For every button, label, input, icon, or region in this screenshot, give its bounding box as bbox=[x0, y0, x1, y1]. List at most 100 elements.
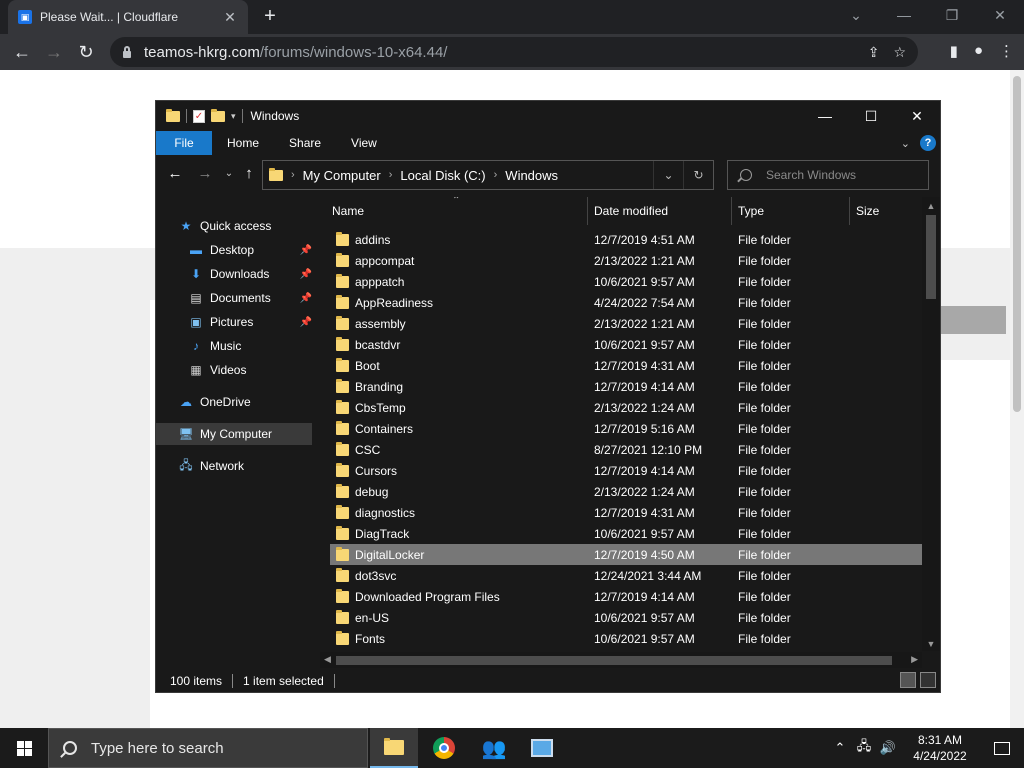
scroll-up-icon[interactable]: ▲ bbox=[922, 201, 940, 211]
scroll-left-icon[interactable]: ◀ bbox=[324, 654, 331, 665]
vertical-scrollbar[interactable]: ▲ ▼ bbox=[922, 197, 940, 651]
ribbon-file-button[interactable]: File bbox=[156, 131, 212, 155]
table-row[interactable]: DigitalLocker 12/7/2019 4:50 AM File folde… bbox=[330, 544, 922, 565]
nav-item-onedrive[interactable]: ☁ OneDrive bbox=[156, 391, 312, 413]
nav-item-downloads[interactable]: ⬇ Downloads 📌 bbox=[156, 263, 312, 285]
show-hidden-icons-icon[interactable]: ⌃ bbox=[828, 740, 852, 756]
share-icon[interactable]: ⇪ bbox=[868, 44, 880, 61]
back-arrow-icon[interactable]: ← bbox=[10, 40, 34, 64]
table-row[interactable]: apppatch 10/6/2021 9:57 AM File folder bbox=[330, 271, 922, 292]
breadcrumb-local-disk[interactable]: Local Disk (C:) bbox=[400, 168, 485, 183]
volume-icon[interactable]: 🔊 bbox=[876, 740, 900, 756]
table-row[interactable]: debug 2/13/2022 1:24 AM File folder bbox=[330, 481, 922, 502]
new-folder-icon[interactable] bbox=[211, 108, 225, 122]
horizontal-scrollbar[interactable]: ◀ ▶ bbox=[320, 652, 922, 668]
details-view-icon[interactable] bbox=[900, 672, 916, 688]
table-row[interactable]: bcastdvr 10/6/2021 9:57 AM File folder bbox=[330, 334, 922, 355]
table-row[interactable]: DiagTrack 10/6/2021 9:57 AM File folder bbox=[330, 523, 922, 544]
table-row[interactable]: Cursors 12/7/2019 4:14 AM File folder bbox=[330, 460, 922, 481]
notification-center-button[interactable] bbox=[980, 741, 1024, 755]
new-tab-button[interactable]: + bbox=[258, 5, 282, 29]
menu-icon[interactable]: ⋮ bbox=[999, 42, 1014, 60]
close-icon[interactable]: ✕ bbox=[894, 101, 940, 131]
minimize-icon[interactable]: — bbox=[802, 101, 848, 131]
forward-arrow-icon[interactable]: → bbox=[42, 40, 66, 64]
start-button[interactable] bbox=[0, 728, 48, 768]
profile-icon[interactable]: ● bbox=[974, 42, 983, 60]
reload-icon[interactable]: ↻ bbox=[74, 40, 98, 64]
nav-item-pictures[interactable]: ▣ Pictures 📌 bbox=[156, 311, 312, 333]
taskbar-search-box[interactable]: Type here to search bbox=[48, 728, 368, 768]
table-row[interactable]: addins 12/7/2019 4:51 AM File folder bbox=[330, 229, 922, 250]
table-row[interactable]: appcompat 2/13/2022 1:21 AM File folder bbox=[330, 250, 922, 271]
taskbar-users-app[interactable]: 👥 bbox=[470, 728, 518, 768]
address-bar[interactable]: teamos-hkrg.com /forums/windows-10-x64.4… bbox=[110, 37, 918, 67]
expand-ribbon-icon[interactable]: ⌄ bbox=[901, 137, 910, 150]
search-input[interactable]: Search Windows bbox=[727, 160, 929, 190]
tab-search-icon[interactable]: ⌄ bbox=[832, 0, 880, 30]
nav-item-my-computer[interactable]: 🖥 My Computer bbox=[156, 423, 312, 445]
properties-icon[interactable]: ✓ bbox=[193, 109, 205, 123]
table-row[interactable]: Branding 12/7/2019 4:14 AM File folder bbox=[330, 376, 922, 397]
table-row[interactable]: CbsTemp 2/13/2022 1:24 AM File folder bbox=[330, 397, 922, 418]
table-row[interactable]: en-US 10/6/2021 9:57 AM File folder bbox=[330, 607, 922, 628]
scrollbar-thumb[interactable] bbox=[336, 656, 892, 665]
table-row[interactable]: Downloaded Program Files 12/7/2019 4:14 A… bbox=[330, 586, 922, 607]
column-header-size[interactable]: Size bbox=[850, 197, 926, 225]
help-icon[interactable]: ? bbox=[920, 135, 936, 151]
nav-item-desktop[interactable]: ▬ Desktop 📌 bbox=[156, 239, 312, 261]
ribbon-tab-view[interactable]: View bbox=[336, 136, 392, 150]
scroll-down-icon[interactable]: ▼ bbox=[922, 639, 940, 649]
taskbar-file-explorer[interactable] bbox=[370, 728, 418, 768]
forward-arrow-icon[interactable]: → bbox=[194, 165, 216, 182]
customize-toolbar-icon[interactable]: ▾ bbox=[231, 111, 236, 122]
maximize-icon[interactable]: ☐ bbox=[848, 101, 894, 131]
taskbar-control-panel[interactable] bbox=[518, 728, 566, 768]
table-row[interactable]: diagnostics 12/7/2019 4:31 AM File folder bbox=[330, 502, 922, 523]
large-icons-view-icon[interactable] bbox=[920, 672, 936, 688]
pin-icon[interactable]: 📌 bbox=[300, 269, 312, 280]
address-dropdown-icon[interactable]: ⌄ bbox=[653, 161, 683, 189]
nav-item-documents[interactable]: ▤ Documents 📌 bbox=[156, 287, 312, 309]
browser-tab[interactable]: ▣ Please Wait... | Cloudflare ✕ bbox=[8, 0, 248, 34]
explorer-titlebar[interactable]: ✓ ▾ Windows — ☐ ✕ bbox=[156, 101, 940, 131]
recent-locations-icon[interactable]: ⌄ bbox=[218, 168, 240, 179]
nav-item-quick-access[interactable]: ★ Quick access bbox=[156, 215, 312, 237]
explorer-address-bar[interactable]: › My Computer › Local Disk (C:) › Window… bbox=[262, 160, 714, 190]
ribbon-tab-home[interactable]: Home bbox=[212, 136, 274, 150]
table-row[interactable]: CSC 8/27/2021 12:10 PM File folder bbox=[330, 439, 922, 460]
up-arrow-icon[interactable]: ↑ bbox=[238, 165, 260, 182]
table-row[interactable]: AppReadiness 4/24/2022 7:54 AM File folder bbox=[330, 292, 922, 313]
page-scrollbar[interactable] bbox=[1010, 70, 1024, 728]
table-row[interactable]: Fonts 10/6/2021 9:57 AM File folder bbox=[330, 628, 922, 649]
scroll-right-icon[interactable]: ▶ bbox=[911, 654, 918, 665]
column-header-date-modified[interactable]: Date modified bbox=[588, 197, 732, 225]
breadcrumb-windows[interactable]: Windows bbox=[505, 168, 558, 183]
minimize-icon[interactable]: — bbox=[880, 0, 928, 30]
table-row[interactable]: Containers 12/7/2019 5:16 AM File folder bbox=[330, 418, 922, 439]
column-header-type[interactable]: Type bbox=[732, 197, 850, 225]
nav-item-videos[interactable]: ▦ Videos bbox=[156, 359, 312, 381]
pin-icon[interactable]: 📌 bbox=[300, 245, 312, 256]
bookmark-star-icon[interactable]: ☆ bbox=[893, 44, 906, 61]
column-header-name[interactable]: Name bbox=[326, 197, 588, 225]
restore-icon[interactable]: ❐ bbox=[928, 0, 976, 30]
pin-icon[interactable]: 📌 bbox=[300, 293, 312, 304]
nav-item-music[interactable]: ♪ Music bbox=[156, 335, 312, 357]
pin-icon[interactable]: 📌 bbox=[300, 317, 312, 328]
close-icon[interactable]: ✕ bbox=[976, 0, 1024, 30]
ribbon-tab-share[interactable]: Share bbox=[274, 136, 336, 150]
tab-close-icon[interactable]: ✕ bbox=[222, 9, 238, 26]
table-row[interactable]: assembly 2/13/2022 1:21 AM File folder bbox=[330, 313, 922, 334]
clock[interactable]: 8:31 AM 4/24/2022 bbox=[900, 732, 980, 764]
breadcrumb-my-computer[interactable]: My Computer bbox=[303, 168, 381, 183]
taskbar-chrome[interactable] bbox=[420, 728, 468, 768]
table-row[interactable]: dot3svc 12/24/2021 3:44 AM File folder bbox=[330, 565, 922, 586]
refresh-icon[interactable]: ↻ bbox=[683, 161, 713, 189]
nav-item-network[interactable]: 🖧 Network bbox=[156, 455, 312, 477]
table-row[interactable]: Boot 12/7/2019 4:31 AM File folder bbox=[330, 355, 922, 376]
scrollbar-thumb[interactable] bbox=[926, 215, 936, 299]
network-status-icon[interactable]: 🖧 bbox=[852, 737, 876, 759]
back-arrow-icon[interactable]: ← bbox=[164, 165, 186, 182]
side-panel-icon[interactable]: ▮ bbox=[950, 42, 958, 60]
